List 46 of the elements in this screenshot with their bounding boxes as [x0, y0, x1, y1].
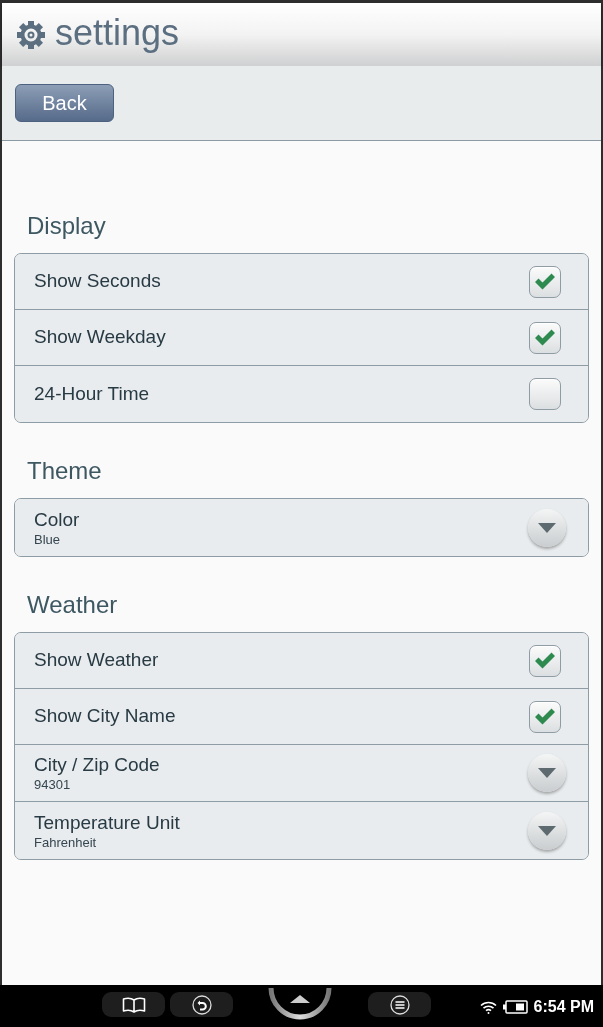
- caret-down-icon: [538, 825, 556, 836]
- checkmark-icon: [534, 651, 556, 670]
- checkmark-icon: [534, 272, 556, 291]
- setting-label: Temperature Unit: [34, 810, 180, 835]
- menu-button[interactable]: [368, 992, 431, 1017]
- menu-circle-icon: [389, 994, 410, 1015]
- checkbox[interactable]: [529, 700, 561, 733]
- checkmark-icon: [534, 707, 556, 726]
- battery-icon: [502, 1000, 528, 1014]
- setting-label: Color: [34, 507, 80, 532]
- wifi-icon: [479, 1000, 497, 1014]
- open-book-icon: [121, 996, 146, 1013]
- back-arrow-circle-icon: [191, 994, 212, 1015]
- setting-label: Show City Name: [34, 704, 176, 729]
- home-button[interactable]: [268, 988, 332, 1020]
- dropdown-button[interactable]: [528, 811, 566, 850]
- up-arrow-arc-icon: [268, 988, 332, 1020]
- gear-icon: [17, 20, 45, 49]
- setting-label: Show Seconds: [34, 269, 161, 294]
- header-title: settings: [55, 12, 180, 55]
- clock-time: 6:54 PM: [533, 997, 594, 1017]
- setting-value: 94301: [34, 777, 72, 793]
- setting-row[interactable]: Show Weather: [15, 633, 588, 689]
- library-button[interactable]: [102, 992, 165, 1017]
- section-heading: Display: [26, 211, 107, 241]
- setting-value: Blue: [34, 531, 62, 548]
- caret-down-icon: [538, 768, 556, 778]
- setting-value: Fahrenheit: [34, 834, 98, 851]
- dropdown-button[interactable]: [528, 754, 566, 792]
- setting-label: 24-Hour Time: [34, 381, 150, 406]
- checkbox[interactable]: [529, 644, 561, 677]
- back-nav-button[interactable]: [170, 992, 233, 1017]
- setting-label: Show Weekday: [34, 325, 166, 350]
- section-heading: Weather: [26, 590, 119, 620]
- back-button[interactable]: Back: [15, 84, 114, 122]
- checkbox[interactable]: [529, 378, 561, 410]
- checkbox[interactable]: [529, 321, 561, 354]
- caret-down-icon: [538, 522, 556, 533]
- setting-label: City / Zip Code: [34, 753, 160, 777]
- setting-label: Show Weather: [34, 648, 159, 673]
- section-heading: Theme: [26, 456, 103, 486]
- dropdown-button[interactable]: [528, 508, 566, 547]
- setting-row[interactable]: Show Seconds: [15, 254, 588, 310]
- checkmark-icon: [534, 328, 556, 347]
- checkbox[interactable]: [529, 265, 561, 298]
- setting-row[interactable]: Color Blue: [15, 499, 588, 556]
